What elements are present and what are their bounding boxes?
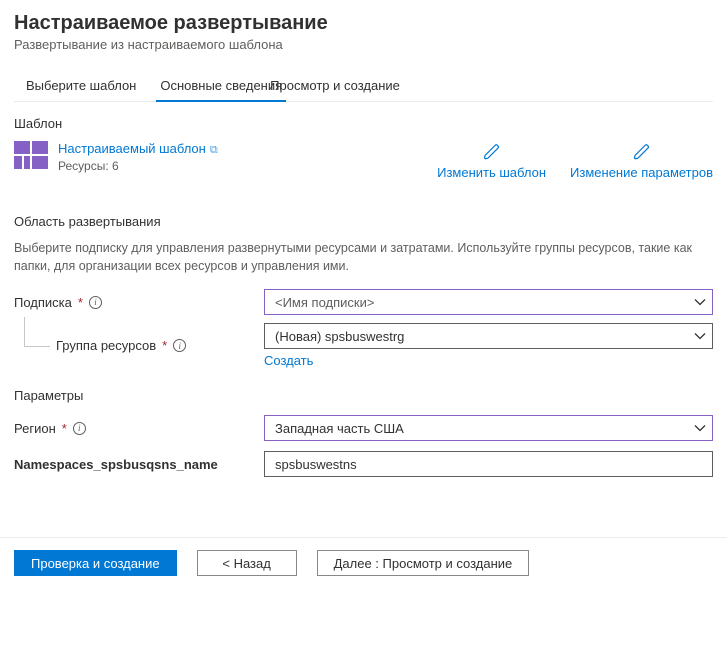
- namespace-input[interactable]: [275, 457, 706, 472]
- parameters-section-label: Параметры: [14, 388, 713, 403]
- tabs: Выберите шаблон Основные сведения Просмо…: [14, 72, 713, 102]
- resource-group-select[interactable]: (Новая) spsbuswestrg: [264, 323, 713, 349]
- tab-review-create[interactable]: Просмотр и создание: [258, 72, 412, 101]
- pencil-icon: [633, 143, 651, 161]
- review-create-button[interactable]: Проверка и создание: [14, 550, 177, 576]
- tree-connector: [14, 323, 56, 368]
- scope-section-label: Область развертывания: [14, 214, 713, 229]
- subscription-select[interactable]: <Имя подписки>: [264, 289, 713, 315]
- resource-group-label: Группа ресурсов * i: [56, 338, 264, 353]
- create-new-link[interactable]: Создать: [264, 353, 313, 368]
- pencil-icon: [483, 143, 501, 161]
- chevron-down-icon: [694, 422, 706, 434]
- template-name-link[interactable]: Настраиваемый шаблон⧉: [58, 141, 218, 157]
- region-label: Регион * i: [14, 421, 264, 436]
- back-button[interactable]: < Назад: [197, 550, 297, 576]
- external-link-icon: ⧉: [210, 144, 218, 156]
- template-icon: [14, 141, 48, 169]
- tab-select-template[interactable]: Выберите шаблон: [14, 72, 148, 101]
- page-title: Настраиваемое развертывание: [14, 12, 713, 35]
- namespace-label: Namespaces_spsbusqsns_name: [14, 457, 264, 472]
- template-section-label: Шаблон: [14, 116, 713, 131]
- edit-template-link[interactable]: Изменить шаблон: [437, 143, 546, 180]
- region-select[interactable]: Западная часть США: [264, 415, 713, 441]
- info-icon[interactable]: i: [89, 296, 102, 309]
- subscription-label: Подписка * i: [14, 295, 264, 310]
- next-button[interactable]: Далее : Просмотр и создание: [317, 550, 530, 576]
- chevron-down-icon: [694, 330, 706, 342]
- page-subtitle: Развертывание из настраиваемого шаблона: [14, 37, 713, 52]
- chevron-down-icon: [694, 296, 706, 308]
- edit-parameters-link[interactable]: Изменение параметров: [570, 143, 713, 180]
- template-resources: Ресурсы: 6: [58, 159, 218, 173]
- namespace-input-wrapper: [264, 451, 713, 477]
- scope-description: Выберите подписку для управления разверн…: [14, 239, 713, 275]
- info-icon[interactable]: i: [73, 422, 86, 435]
- info-icon[interactable]: i: [173, 339, 186, 352]
- footer: Проверка и создание < Назад Далее : Прос…: [0, 537, 727, 588]
